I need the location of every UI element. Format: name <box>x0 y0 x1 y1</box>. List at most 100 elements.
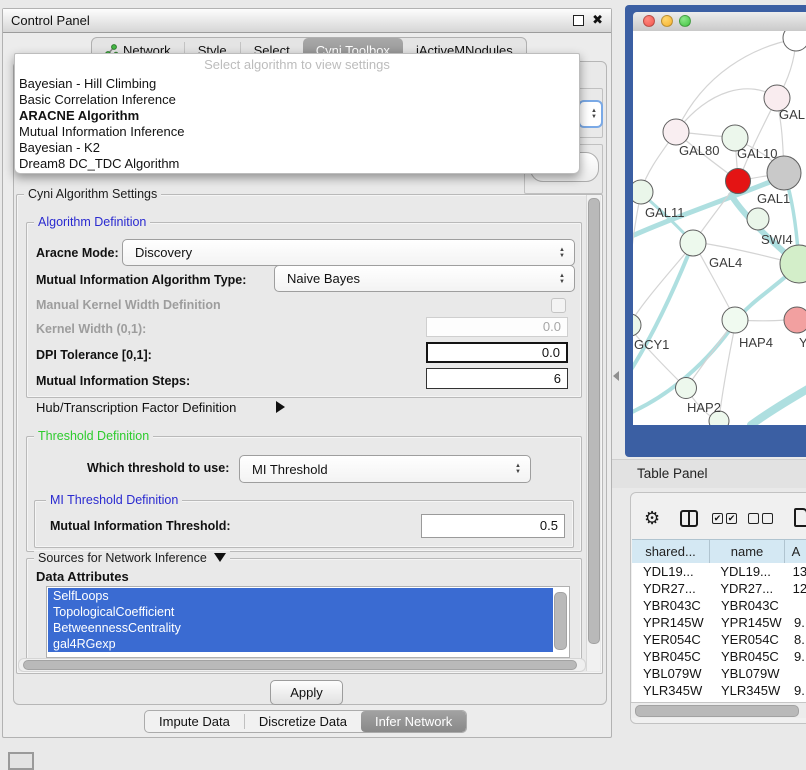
column-header-partial[interactable]: A <box>785 540 806 563</box>
network-node[interactable] <box>676 378 697 399</box>
network-node[interactable] <box>767 156 801 190</box>
settings-hscrollbar-track[interactable] <box>18 658 586 672</box>
column-header-name[interactable]: name <box>710 540 785 563</box>
network-node[interactable] <box>663 119 689 145</box>
table-row[interactable]: YER054CYER054C8. <box>632 631 806 648</box>
select-all-checkbox-icon[interactable]: ✔ <box>712 513 723 524</box>
data-attribute-item[interactable]: BetweennessCentrality <box>48 620 553 636</box>
aracne-mode-label: Aracne Mode: <box>36 246 119 260</box>
algorithm-option[interactable]: Dream8 DC_TDC Algorithm <box>15 156 579 172</box>
table-row[interactable]: YBR043CYBR043C <box>632 597 806 614</box>
tab-discretize-data[interactable]: Discretize Data <box>245 711 361 732</box>
column-header-shared-name[interactable]: shared... <box>632 540 710 563</box>
control-panel-titlebar[interactable]: Control Panel ✖ <box>3 9 611 33</box>
expand-arrow-icon[interactable] <box>276 401 285 413</box>
manual-kernel-width-checkbox[interactable] <box>551 298 566 313</box>
network-node-label: HAP2 <box>687 400 721 415</box>
table-cell: YDL19... <box>716 564 788 579</box>
table-cell: 13 <box>789 564 806 579</box>
table-hscrollbar-thumb[interactable] <box>635 705 799 717</box>
network-node-label: GAL1 <box>757 191 790 206</box>
table-row[interactable]: YBR045CYBR045C9. <box>632 648 806 665</box>
aracne-mode-select[interactable]: Discovery ▲▼ <box>122 239 575 266</box>
which-threshold-select[interactable]: MI Threshold ▲▼ <box>239 455 531 483</box>
network-node[interactable] <box>722 307 748 333</box>
mi-algorithm-type-select[interactable]: Naive Bayes ▲▼ <box>274 265 575 292</box>
table-row[interactable]: YBL079WYBL079W <box>632 665 806 682</box>
algorithm-dropdown[interactable]: Select algorithm to view settings Bayesi… <box>14 53 580 174</box>
network-edge[interactable] <box>633 243 693 379</box>
kernel-width-field[interactable]: 0.0 <box>426 317 568 337</box>
network-edge[interactable] <box>676 89 777 132</box>
tab-impute-data[interactable]: Impute Data <box>145 711 244 732</box>
apply-button[interactable]: Apply <box>270 680 343 705</box>
data-attributes-list[interactable]: SelfLoopsTopologicalCoefficientBetweenne… <box>46 586 570 658</box>
table-panel-header: Table Panel <box>612 459 806 488</box>
mi-steps-field[interactable]: 6 <box>426 368 568 389</box>
network-node[interactable] <box>783 31 806 51</box>
data-attribute-item[interactable]: gal4RGexp <box>48 636 553 652</box>
algorithm-option[interactable]: Bayesian - Hill Climbing <box>15 76 579 92</box>
network-node[interactable] <box>633 180 653 204</box>
network-canvas[interactable]: GALGAL80GAL10GAL1GAL11SWI4GAL4HAP4YGCY1H… <box>633 31 806 425</box>
cyni-algorithm-settings-title: Cyni Algorithm Settings <box>24 187 161 201</box>
minimized-widget[interactable] <box>8 752 34 770</box>
mi-threshold-label: Mutual Information Threshold: <box>50 519 231 533</box>
settings-vscrollbar-thumb[interactable] <box>588 198 600 644</box>
zoom-traffic-light[interactable] <box>679 15 691 27</box>
network-node[interactable] <box>726 169 751 194</box>
list-vscrollbar-thumb[interactable] <box>554 592 567 650</box>
network-node[interactable] <box>680 230 706 256</box>
network-node-label: GAL10 <box>737 146 777 161</box>
network-window-titlebar[interactable] <box>633 12 806 32</box>
network-node[interactable] <box>747 208 769 230</box>
spinner-arrows-icon: ▲▼ <box>515 463 521 475</box>
gear-icon[interactable]: ⚙ <box>644 509 660 527</box>
focused-spinner-fragment[interactable]: ▲▼ <box>578 100 603 128</box>
hub-definition-label[interactable]: Hub/Transcription Factor Definition <box>36 400 236 415</box>
table-row[interactable]: YDR27...YDR27...12 <box>632 580 806 597</box>
mi-threshold-field[interactable]: 0.5 <box>421 514 565 538</box>
mi-algorithm-type-label: Mutual Information Algorithm Type: <box>36 273 246 287</box>
data-attribute-item[interactable]: TopologicalCoefficient <box>48 604 553 620</box>
spinner-arrows-icon: ▲▼ <box>559 273 565 285</box>
algorithm-option[interactable]: Basic Correlation Inference <box>15 92 579 108</box>
algorithm-dropdown-placeholder: Select algorithm to view settings <box>15 54 579 76</box>
dpi-tolerance-field[interactable]: 0.0 <box>426 342 568 363</box>
tab-infer-network[interactable]: Infer Network <box>361 711 466 732</box>
minimize-traffic-light[interactable] <box>661 15 673 27</box>
deselect-checkbox-icon[interactable] <box>762 513 773 524</box>
tab-discretize-data-label: Discretize Data <box>259 714 347 729</box>
network-node-label: HAP4 <box>739 335 773 350</box>
data-attribute-item[interactable]: SelfLoops <box>48 588 553 604</box>
network-edge[interactable] <box>751 387 806 425</box>
close-icon[interactable]: ✖ <box>592 12 603 28</box>
algorithm-option[interactable]: Bayesian - K2 <box>15 140 579 156</box>
column-layout-icon[interactable] <box>680 510 698 527</box>
table-row[interactable]: YPR145WYPR145W9. <box>632 614 806 631</box>
table-row[interactable]: YDL19...YDL19...13 <box>632 563 806 580</box>
table-cell: YLR345W <box>632 683 717 698</box>
mi-algorithm-type-value: Naive Bayes <box>275 271 360 286</box>
sources-title: Sources for Network Inference <box>34 551 230 565</box>
network-node-label: GAL4 <box>709 255 742 270</box>
collapse-arrow-icon[interactable] <box>214 553 226 562</box>
algorithm-option[interactable]: Mutual Information Inference <box>15 124 579 140</box>
table-hscrollbar-track[interactable] <box>631 702 806 718</box>
select-all-checkbox-icon[interactable]: ✔ <box>726 513 737 524</box>
float-window-icon[interactable] <box>573 15 584 26</box>
network-node[interactable] <box>633 314 641 336</box>
table-cell: YER054C <box>717 632 790 647</box>
table-row[interactable]: YLR345WYLR345W9. <box>632 682 806 699</box>
algorithm-option[interactable]: ARACNE Algorithm <box>15 108 579 124</box>
panel-divider-arrow[interactable] <box>613 371 619 381</box>
document-icon[interactable] <box>794 508 806 527</box>
network-node[interactable] <box>784 307 806 333</box>
table-cell: YDL19... <box>632 564 716 579</box>
close-traffic-light[interactable] <box>643 15 655 27</box>
table-cell: YBR045C <box>632 649 717 664</box>
settings-vscrollbar-track[interactable] <box>586 195 600 671</box>
deselect-checkbox-icon[interactable] <box>748 513 759 524</box>
settings-hscrollbar-thumb[interactable] <box>23 660 577 670</box>
table-body[interactable]: YDL19...YDL19...13YDR27...YDR27...12YBR0… <box>632 563 806 704</box>
